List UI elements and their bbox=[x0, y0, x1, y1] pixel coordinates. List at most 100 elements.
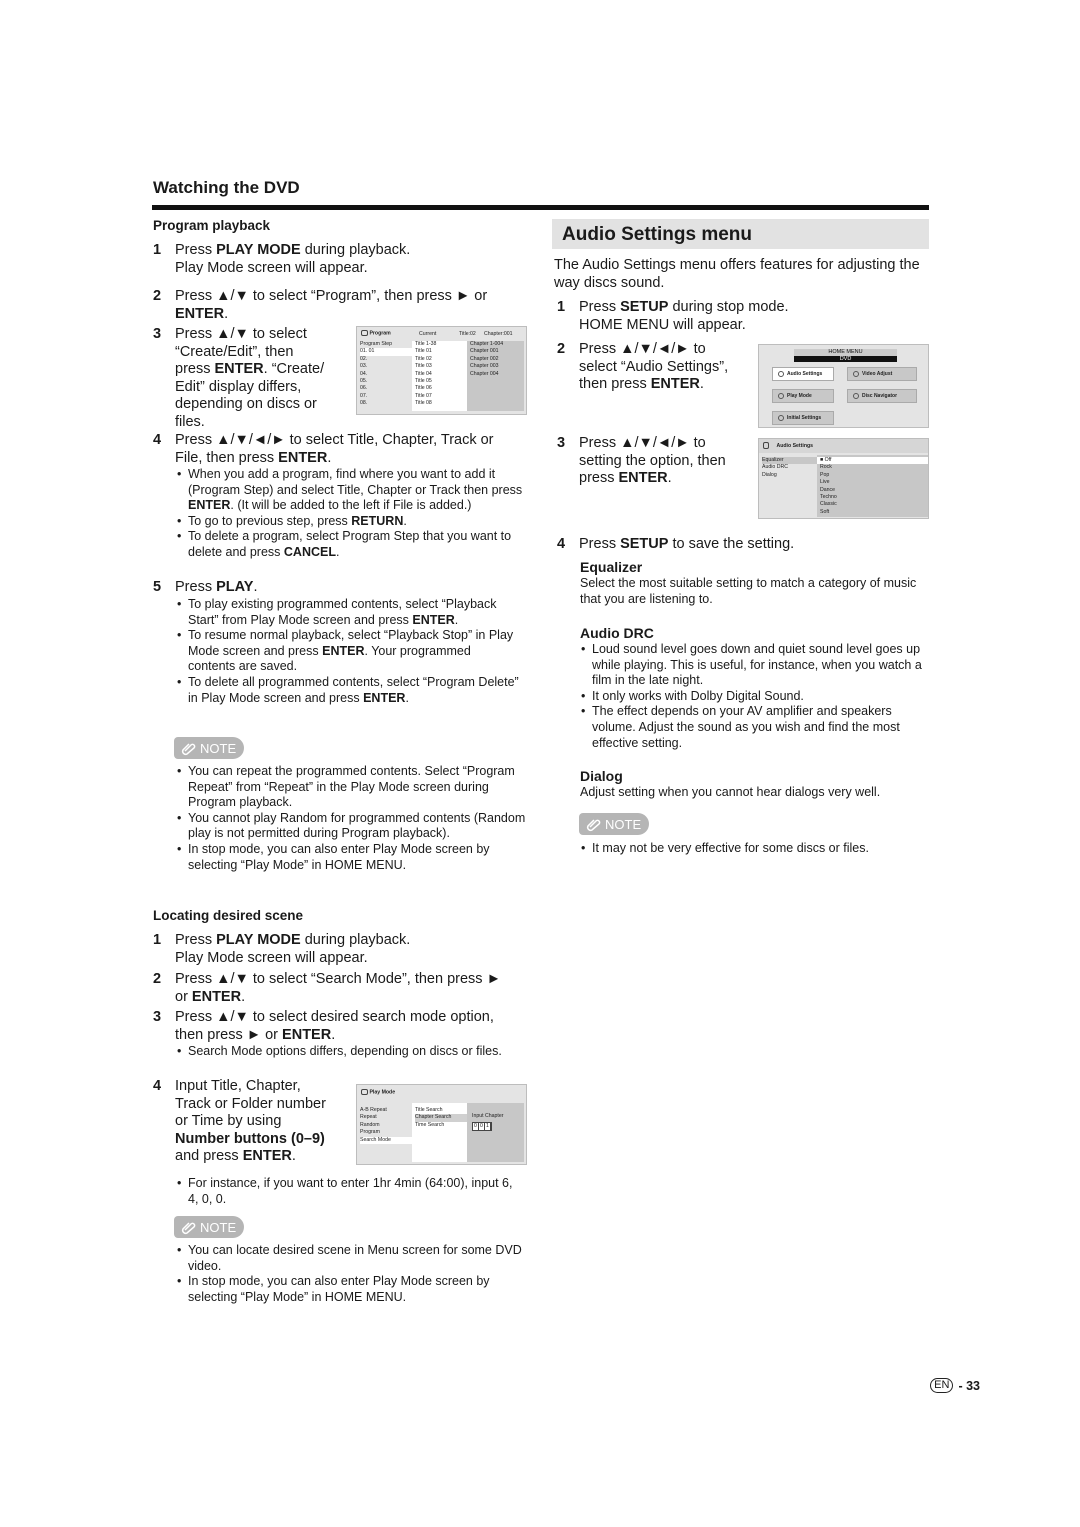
home-menu-initial-settings[interactable]: Initial Settings bbox=[772, 411, 834, 425]
page-number: EN - 33 bbox=[930, 1378, 980, 1393]
bullet-item: It may not be very effective for some di… bbox=[580, 841, 930, 857]
program-step-item[interactable]: 05. bbox=[360, 378, 412, 385]
as-step-4: 4 Press SETUP to save the setting. bbox=[557, 536, 795, 552]
locating-title: Locating desired scene bbox=[153, 908, 304, 923]
speaker-icon bbox=[763, 442, 769, 449]
title-item[interactable]: Title 01 bbox=[415, 348, 467, 356]
search-mode-item[interactable]: Title Search bbox=[415, 1107, 467, 1114]
title-item[interactable]: Title 04 bbox=[415, 371, 467, 378]
chapter-item[interactable]: Chapter 003 bbox=[470, 363, 524, 370]
play-mode-item[interactable]: Program bbox=[360, 1129, 412, 1136]
program-step-item[interactable]: 07. bbox=[360, 393, 412, 400]
program-step-item[interactable]: 03. bbox=[360, 363, 412, 370]
play-mode-item[interactable]: Search Mode bbox=[360, 1136, 412, 1144]
bullet-item: To delete all programmed contents, selec… bbox=[176, 675, 521, 706]
home-menu-screen-image: HOME MENU DVD Audio Settings Video Adjus… bbox=[758, 344, 929, 428]
program-step-list: Program Step 01. 01 02. 03. 04. 05. 06. 07. 08. bbox=[360, 341, 412, 408]
home-menu-title-bar: HOME MENU DVD bbox=[794, 349, 897, 362]
section-title: Watching the DVD bbox=[153, 178, 300, 197]
dialog-text: Adjust setting when you cannot hear dial… bbox=[580, 785, 881, 799]
play-mode-item[interactable]: Random bbox=[360, 1122, 412, 1129]
home-menu-audio-settings[interactable]: Audio Settings bbox=[772, 367, 834, 381]
note-badge: NOTE bbox=[579, 813, 649, 835]
bullet-item: You can locate desired scene in Menu scr… bbox=[176, 1243, 526, 1274]
equalizer-value-item[interactable]: Pop bbox=[817, 472, 928, 479]
loc-step4-bullets: For instance, if you want to enter 1hr 4… bbox=[176, 1176, 526, 1207]
program-step-item[interactable]: 04. bbox=[360, 371, 412, 378]
program-icon bbox=[361, 330, 368, 336]
audio-option-list: Equalizer Audio DRC Dialog bbox=[762, 457, 817, 479]
loc-note-bullets: You can locate desired scene in Menu scr… bbox=[176, 1243, 526, 1305]
input-chapter-field: 001 bbox=[472, 1122, 492, 1131]
audio-option-item[interactable]: Audio DRC bbox=[762, 464, 817, 471]
title-item[interactable]: Title 07 bbox=[415, 393, 467, 400]
title-item[interactable]: Title 08 bbox=[415, 400, 467, 407]
pp-step-5: 5 Press PLAY. bbox=[153, 579, 258, 595]
bullet-item: To resume normal playback, select “Playb… bbox=[176, 628, 521, 675]
search-mode-item[interactable]: Chapter Search bbox=[415, 1114, 467, 1122]
equalizer-title: Equalizer bbox=[580, 559, 643, 575]
note-badge: NOTE bbox=[174, 737, 244, 759]
loc-step3-bullets: Search Mode options differs, depending o… bbox=[176, 1044, 526, 1060]
chapter-list: Chapter 1-004 Chapter 001 Chapter 002 Chap… bbox=[467, 341, 524, 411]
title-item[interactable]: Title 06 bbox=[415, 385, 467, 392]
title-item[interactable]: Title 02 bbox=[415, 356, 467, 363]
home-menu-disc-navigator[interactable]: Disc Navigator bbox=[847, 389, 917, 403]
bullet-item: In stop mode, you can also enter Play Mo… bbox=[176, 842, 526, 873]
title-item[interactable]: Title 03 bbox=[415, 363, 467, 370]
disc-icon bbox=[853, 392, 859, 399]
program-screen-header: Program bbox=[361, 330, 391, 336]
play-mode-item[interactable]: Repeat bbox=[360, 1114, 412, 1121]
audio-drc-bullets: Loud sound level goes down and quiet sou… bbox=[580, 642, 930, 751]
program-step-item[interactable]: 02. bbox=[360, 356, 412, 363]
bullet-item: You can repeat the programmed contents. … bbox=[176, 764, 526, 811]
video-icon bbox=[853, 370, 859, 377]
title-list: Title 1-38 Title 01 Title 02 Title 03 Title… bbox=[412, 341, 467, 411]
loc-step-3: 3 Press ▲/▼ to select desired search mod… bbox=[153, 1009, 494, 1043]
equalizer-value-item[interactable]: Classic bbox=[817, 501, 928, 508]
program-step-item[interactable]: 06. bbox=[360, 385, 412, 392]
equalizer-value-item[interactable]: Soft bbox=[817, 509, 928, 516]
as-step-2: 2 Press ▲/▼/◄/► to select “Audio Settings… bbox=[557, 341, 729, 392]
audio-settings-screen-image: Audio Settings Equalizer Audio DRC Dialog … bbox=[758, 438, 929, 519]
audio-option-item[interactable]: Dialog bbox=[762, 472, 817, 479]
equalizer-text: Select the most suitable setting to matc… bbox=[580, 576, 917, 606]
play-mode-screen-image: Play Mode A-B Repeat Repeat Random Program S… bbox=[356, 1084, 527, 1165]
play-mode-icon bbox=[778, 392, 784, 399]
bullet-item: Loud sound level goes down and quiet sou… bbox=[580, 642, 930, 689]
paperclip-icon bbox=[586, 819, 601, 832]
home-menu-play-mode[interactable]: Play Mode bbox=[772, 389, 834, 403]
pp-step4-bullets: When you add a program, find where you w… bbox=[176, 467, 526, 561]
equalizer-value-item[interactable]: Rock bbox=[817, 464, 928, 471]
chapter-item[interactable]: Chapter 001 bbox=[470, 348, 524, 355]
equalizer-value-list: ■ Off Rock Pop Live Dance Techno Classic Soft bbox=[817, 455, 928, 516]
program-step-item[interactable]: 08. bbox=[360, 400, 412, 407]
audio-option-item[interactable]: Equalizer bbox=[762, 457, 817, 465]
input-digit: 1 bbox=[485, 1123, 491, 1130]
loc-step-2: 2 Press ▲/▼ to select “Search Mode”, the… bbox=[153, 971, 501, 1005]
play-mode-item[interactable]: A-B Repeat bbox=[360, 1107, 412, 1114]
bullet-item: To go to previous step, press RETURN. bbox=[176, 514, 526, 530]
search-mode-item[interactable]: Time Search bbox=[415, 1122, 467, 1129]
home-menu-video-adjust[interactable]: Video Adjust bbox=[847, 367, 917, 381]
chapter-item[interactable]: Chapter 004 bbox=[470, 371, 524, 378]
audio-note-bullets: It may not be very effective for some di… bbox=[580, 841, 930, 857]
search-mode-list: Title Search Chapter Search Time Search bbox=[412, 1103, 467, 1129]
bullet-item: To play existing programmed contents, se… bbox=[176, 597, 521, 628]
bullet-item: When you add a program, find where you w… bbox=[176, 467, 526, 514]
audio-settings-heading: Audio Settings menu bbox=[552, 219, 929, 249]
title-item[interactable]: Title 05 bbox=[415, 378, 467, 385]
chapter-item[interactable]: Chapter 002 bbox=[470, 356, 524, 363]
play-mode-list: A-B Repeat Repeat Random Program Search Mode bbox=[360, 1107, 412, 1144]
bullet-item: Search Mode options differs, depending o… bbox=[176, 1044, 526, 1060]
equalizer-value-item[interactable]: Live bbox=[817, 479, 928, 486]
pp-step5-bullets: To play existing programmed contents, se… bbox=[176, 597, 521, 706]
input-panel: Input Chapter 001 bbox=[467, 1103, 524, 1162]
equalizer-value-item[interactable]: ■ Off bbox=[817, 457, 928, 465]
equalizer-value-item[interactable]: Dance bbox=[817, 487, 928, 494]
equalizer-value-item[interactable]: Techno bbox=[817, 494, 928, 501]
program-playback-title: Program playback bbox=[153, 218, 271, 233]
pp-step-3: 3 Press ▲/▼ to select “Create/Edit”, then… bbox=[153, 326, 325, 430]
program-step-item[interactable]: 01. 01 bbox=[360, 348, 412, 356]
bullet-item: In stop mode, you can also enter Play Mo… bbox=[176, 1274, 526, 1305]
